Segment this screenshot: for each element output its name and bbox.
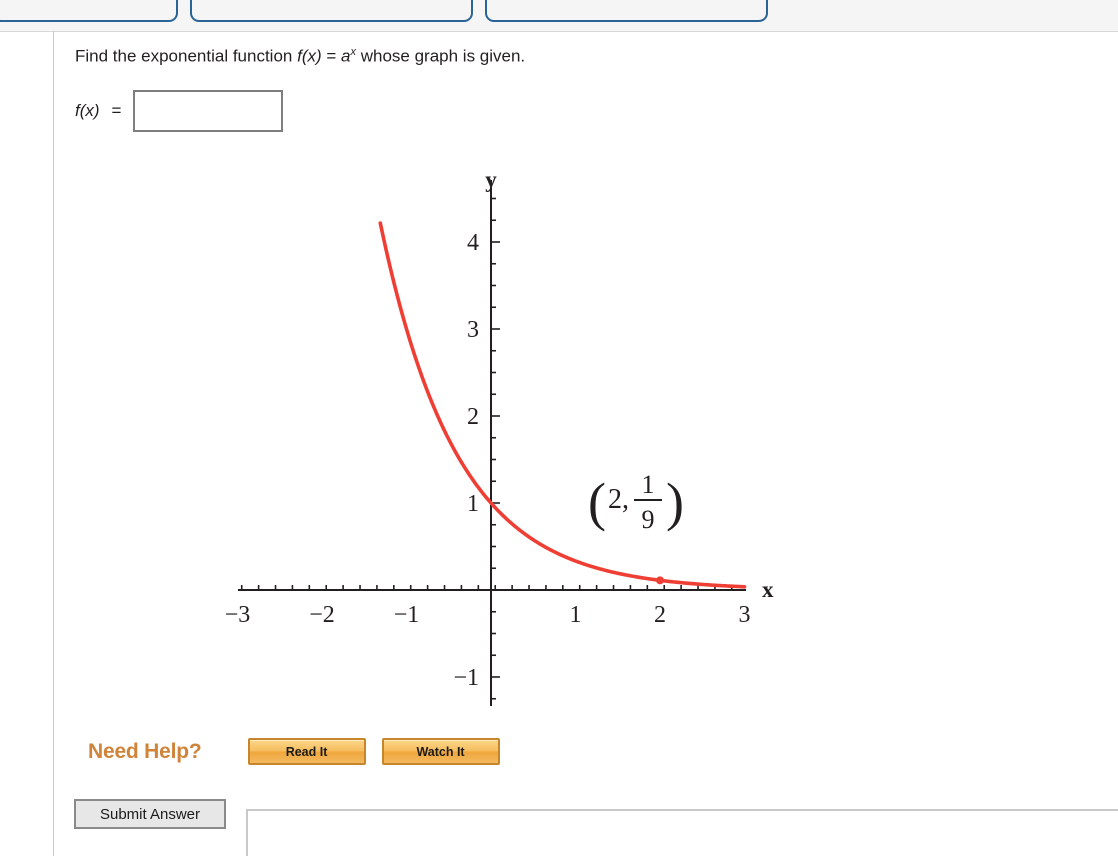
answer-input[interactable] bbox=[133, 90, 284, 132]
exponential-curve bbox=[378, 221, 747, 589]
question-base: a bbox=[341, 46, 351, 66]
annotation-denominator: 9 bbox=[642, 505, 655, 534]
graph-canvas: −3 −2 −1 1 2 3 −1 1 2 3 4 x y ( 2, 1 9 ) bbox=[225, 167, 774, 706]
y-tick-label: 3 bbox=[467, 317, 479, 343]
submit-answer-button[interactable]: Submit Answer bbox=[74, 799, 226, 829]
x-tick-label: −3 bbox=[225, 602, 251, 628]
read-it-button[interactable]: Read It bbox=[247, 738, 366, 765]
tab-item-3[interactable] bbox=[485, 0, 768, 22]
annotation-x-value: 2, bbox=[608, 484, 629, 515]
answer-entry-row: f(x) = bbox=[75, 90, 284, 132]
y-tick-label: 1 bbox=[467, 491, 479, 517]
x-tick-label: 2 bbox=[654, 602, 666, 628]
y-axis-ticks bbox=[491, 197, 500, 700]
tab-item-1[interactable] bbox=[0, 0, 178, 22]
exponential-graph: −3 −2 −1 1 2 3 −1 1 2 3 4 x y ( 2, 1 9 ) bbox=[200, 160, 800, 720]
question-prefix: Find the exponential function bbox=[75, 46, 298, 66]
annotation-left-paren: ( bbox=[588, 472, 606, 532]
x-tick-label: −1 bbox=[394, 602, 420, 628]
need-help-label: Need Help? bbox=[88, 739, 202, 763]
question-suffix: whose graph is given. bbox=[356, 46, 526, 66]
y-axis-label: y bbox=[485, 167, 497, 192]
answer-feedback-panel bbox=[246, 809, 1118, 856]
marked-point-dot bbox=[656, 576, 664, 585]
point-annotation: ( 2, 1 9 ) bbox=[588, 470, 684, 534]
annotation-numerator: 1 bbox=[642, 470, 655, 499]
y-tick-label: 2 bbox=[467, 404, 479, 430]
tab-item-2[interactable] bbox=[190, 0, 473, 22]
content-divider bbox=[53, 31, 54, 856]
equals-sign: = bbox=[111, 101, 122, 120]
tab-strip bbox=[0, 0, 1118, 32]
x-axis-tick-labels: −3 −2 −1 1 2 3 bbox=[225, 602, 751, 628]
x-tick-label: 3 bbox=[739, 602, 751, 628]
need-help-row: Need Help? Read It Watch It bbox=[88, 738, 500, 765]
y-axis-tick-labels: −1 1 2 3 4 bbox=[453, 230, 479, 691]
watch-it-button[interactable]: Watch It bbox=[381, 738, 500, 765]
question-function-name: f(x) bbox=[297, 46, 322, 66]
question-equals: = bbox=[321, 46, 342, 66]
x-tick-label: 1 bbox=[570, 602, 582, 628]
y-tick-label: 4 bbox=[467, 230, 479, 256]
annotation-right-paren: ) bbox=[666, 472, 684, 532]
question-prompt: Find the exponential function f(x) = ax … bbox=[75, 46, 525, 67]
x-axis-label: x bbox=[762, 577, 774, 602]
fx-label: f(x) bbox=[75, 101, 100, 120]
y-tick-label: −1 bbox=[453, 665, 479, 691]
x-tick-label: −2 bbox=[309, 602, 335, 628]
